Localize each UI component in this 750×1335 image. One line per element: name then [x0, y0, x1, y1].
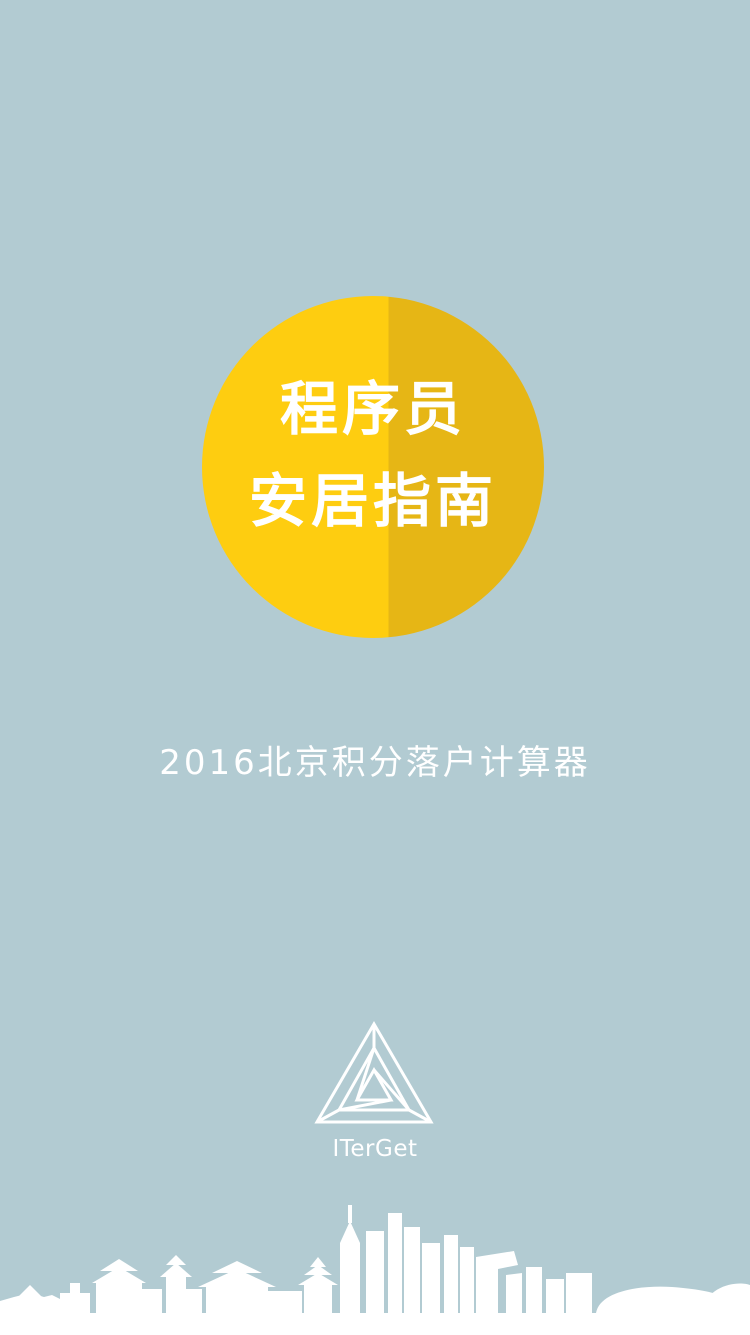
- impossible-triangle-icon: [314, 1021, 434, 1124]
- app-title-line1: 程序员: [279, 375, 466, 443]
- app-title-line2: 安居指南: [248, 467, 497, 535]
- splash-screen: 程序员 安居指南 2016北京积分落户计算器 ITerGet: [0, 0, 750, 1335]
- brand-name: ITerGet: [332, 1136, 418, 1162]
- title-badge: 程序员 安居指南: [202, 296, 544, 638]
- beijing-skyline-silhouette: [0, 1205, 750, 1335]
- app-subtitle: 2016北京积分落户计算器: [159, 743, 591, 783]
